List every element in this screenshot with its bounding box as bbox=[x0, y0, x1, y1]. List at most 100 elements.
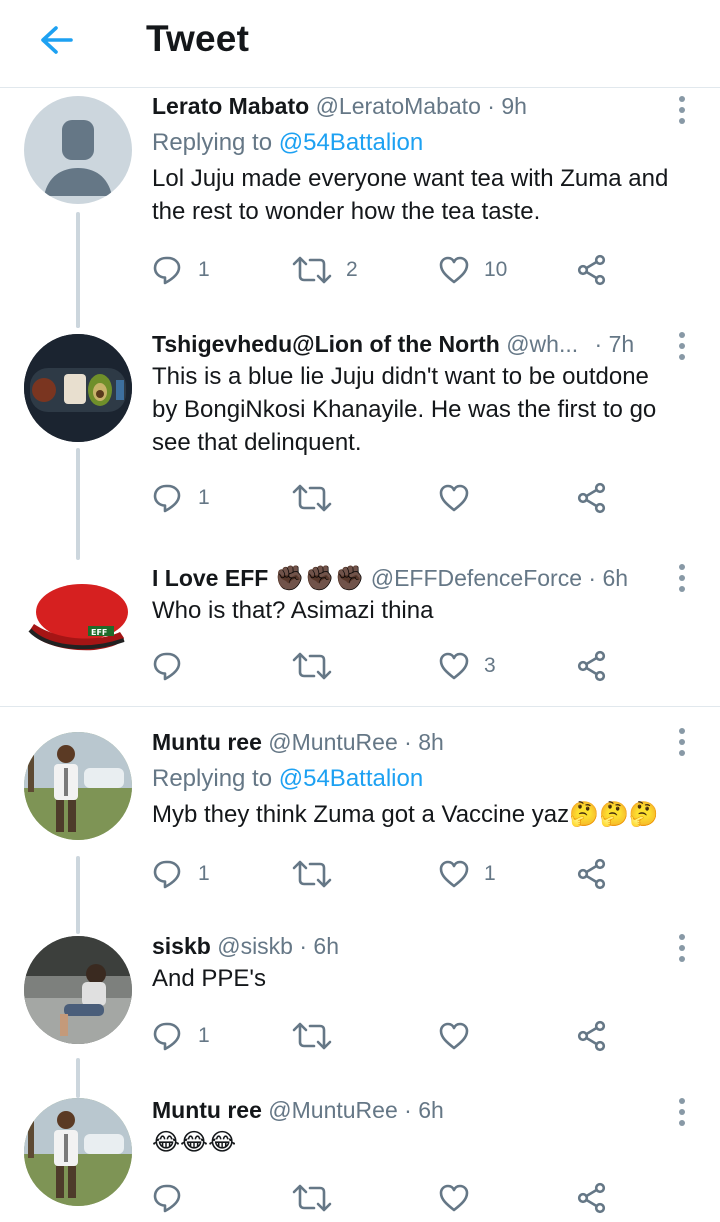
action-bar: 3 bbox=[152, 646, 632, 686]
username[interactable]: @MuntuRee bbox=[268, 1097, 397, 1123]
reply-button[interactable]: 1 bbox=[152, 250, 210, 290]
avatar[interactable]: EFF bbox=[24, 560, 132, 668]
username[interactable]: @siskb bbox=[217, 933, 293, 959]
share-icon bbox=[576, 1020, 608, 1052]
action-bar: 1 bbox=[152, 478, 632, 518]
separator: · bbox=[299, 933, 308, 959]
retweet-icon bbox=[292, 482, 332, 514]
retweet-count: 2 bbox=[346, 258, 358, 281]
share-button[interactable] bbox=[576, 250, 608, 290]
reply-button[interactable]: 1 bbox=[152, 854, 210, 894]
reply-button[interactable]: 1 bbox=[152, 478, 210, 518]
action-bar: 1 2 10 bbox=[152, 250, 632, 290]
like-button[interactable] bbox=[438, 1178, 484, 1218]
heart-icon bbox=[438, 858, 470, 890]
retweet-button[interactable] bbox=[292, 646, 346, 686]
share-button[interactable] bbox=[576, 1178, 608, 1218]
display-name[interactable]: Muntu ree bbox=[152, 1097, 262, 1123]
more-options-button[interactable] bbox=[676, 934, 688, 962]
like-button[interactable]: 3 bbox=[438, 646, 496, 686]
display-name[interactable]: I Love EFF bbox=[152, 565, 268, 591]
display-name[interactable]: Muntu ree bbox=[152, 729, 262, 755]
tweet[interactable]: Muntu ree @MuntuRee · 6h 😂😂😂 bbox=[0, 1082, 720, 1222]
top-bar: Tweet bbox=[0, 0, 720, 88]
avatar[interactable] bbox=[24, 96, 132, 204]
separator: · bbox=[487, 93, 495, 119]
tweet-text: And PPE's bbox=[152, 965, 266, 992]
more-options-button[interactable] bbox=[676, 564, 688, 592]
username[interactable]: @LeratoMabato bbox=[316, 93, 481, 119]
reply-button[interactable] bbox=[152, 646, 198, 686]
food-plate-avatar-icon bbox=[24, 334, 132, 442]
action-bar: 1 1 bbox=[152, 854, 632, 894]
more-options-button[interactable] bbox=[676, 1098, 688, 1126]
fist-emoji: ✊🏿✊🏿✊🏿 bbox=[274, 564, 365, 592]
tweet[interactable]: Muntu ree @MuntuRee · 8h Replying to @54… bbox=[0, 712, 720, 932]
more-options-button[interactable] bbox=[676, 96, 688, 124]
man-photo-avatar-icon bbox=[24, 1098, 132, 1206]
replying-label: Replying to bbox=[152, 765, 273, 792]
retweet-button[interactable] bbox=[292, 1178, 346, 1218]
display-name[interactable]: Lerato Mabato bbox=[152, 93, 309, 119]
username[interactable]: @wh... bbox=[506, 331, 578, 357]
like-button[interactable]: 10 bbox=[438, 250, 507, 290]
reply-icon bbox=[152, 1182, 184, 1214]
tweet[interactable]: siskb @siskb · 6h And PPE's 1 bbox=[0, 912, 720, 1098]
like-button[interactable] bbox=[438, 1016, 484, 1056]
like-count: 10 bbox=[484, 258, 508, 281]
tweet-text-body: Myb they think Zuma got a Vaccine yaz bbox=[152, 801, 570, 828]
action-bar: 1 bbox=[152, 1016, 632, 1056]
mention-link[interactable]: @54Battalion bbox=[279, 765, 423, 792]
tweet-header: I Love EFF ✊🏿✊🏿✊🏿 @EFFDefenceForce · 6h bbox=[152, 564, 680, 592]
retweet-button[interactable]: 2 bbox=[292, 250, 358, 290]
retweet-button[interactable] bbox=[292, 854, 346, 894]
share-icon bbox=[576, 650, 608, 682]
share-icon bbox=[576, 858, 608, 890]
reply-button[interactable]: 1 bbox=[152, 1016, 210, 1056]
retweet-button[interactable] bbox=[292, 478, 346, 518]
like-button[interactable]: 1 bbox=[438, 854, 496, 894]
avatar[interactable] bbox=[24, 732, 132, 840]
more-options-button[interactable] bbox=[676, 332, 688, 360]
share-icon bbox=[576, 482, 608, 514]
retweet-button[interactable] bbox=[292, 1016, 346, 1056]
retweet-icon bbox=[292, 858, 332, 890]
separator: · bbox=[594, 331, 603, 357]
heart-icon bbox=[438, 482, 470, 514]
back-button[interactable] bbox=[32, 18, 80, 62]
woman-photo-avatar-icon bbox=[24, 936, 132, 1044]
avatar[interactable] bbox=[24, 334, 132, 442]
tweet-header: Muntu ree @MuntuRee · 6h bbox=[152, 1096, 680, 1124]
avatar[interactable] bbox=[24, 936, 132, 1044]
tweet[interactable]: Tshigevhedu@Lion of the North @wh... · 7… bbox=[0, 304, 720, 558]
red-beret-avatar-icon: EFF bbox=[28, 584, 128, 651]
tweet[interactable]: EFF I Love EFF ✊🏿✊🏿✊🏿 @EFFDefenceForce ·… bbox=[0, 538, 720, 702]
reply-count: 1 bbox=[198, 486, 210, 509]
tweet-header: Lerato Mabato @LeratoMabato · 9h bbox=[152, 92, 680, 120]
share-button[interactable] bbox=[576, 646, 608, 686]
mention-link[interactable]: @54Battalion bbox=[279, 129, 423, 156]
tweet[interactable]: Lerato Mabato @LeratoMabato · 9h Replyin… bbox=[0, 88, 720, 328]
display-name[interactable]: siskb bbox=[152, 933, 211, 959]
share-icon bbox=[576, 1182, 608, 1214]
tweet-header: Muntu ree @MuntuRee · 8h bbox=[152, 728, 680, 756]
more-options-button[interactable] bbox=[676, 728, 688, 756]
like-button[interactable] bbox=[438, 478, 484, 518]
username[interactable]: @EFFDefenceForce bbox=[371, 565, 582, 591]
display-name[interactable]: Tshigevhedu@Lion of the North bbox=[152, 331, 500, 357]
share-button[interactable] bbox=[576, 854, 608, 894]
share-button[interactable] bbox=[576, 478, 608, 518]
man-photo-avatar-icon bbox=[24, 732, 132, 840]
replying-label: Replying to bbox=[152, 129, 273, 156]
tweet-text: Who is that? Asimazi thina bbox=[152, 597, 434, 624]
retweet-icon bbox=[292, 1020, 332, 1052]
share-button[interactable] bbox=[576, 1016, 608, 1056]
tweet-text: 😂😂😂 bbox=[152, 1126, 680, 1159]
timestamp: 6h bbox=[602, 565, 629, 591]
thinking-emoji: 🤔🤔🤔 bbox=[569, 800, 659, 828]
avatar[interactable] bbox=[24, 1098, 132, 1206]
heart-icon bbox=[438, 1182, 470, 1214]
reply-count: 1 bbox=[198, 258, 210, 281]
reply-button[interactable] bbox=[152, 1178, 198, 1218]
username[interactable]: @MuntuRee bbox=[268, 729, 397, 755]
